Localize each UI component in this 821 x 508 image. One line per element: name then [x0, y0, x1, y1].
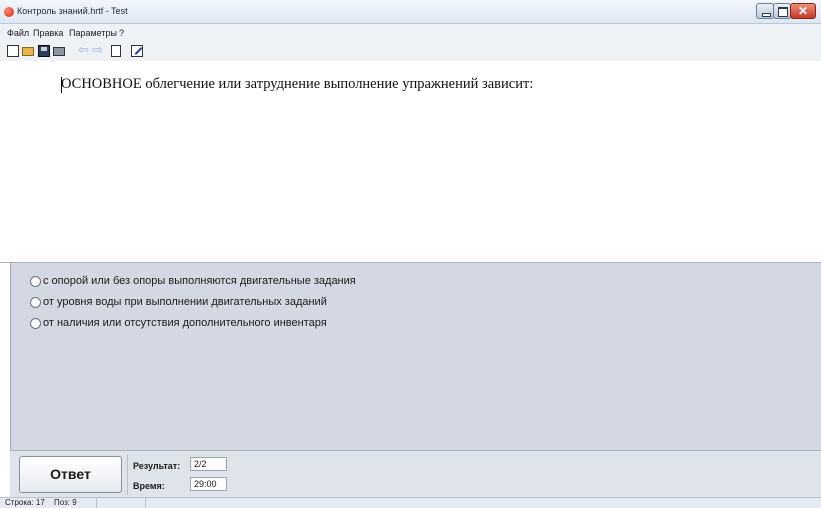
- menu-bar: Файл Правка Параметры ?: [0, 24, 821, 41]
- close-button[interactable]: ✕: [790, 3, 816, 19]
- separator: [127, 454, 128, 495]
- minimize-icon: [762, 13, 771, 17]
- open-folder-icon[interactable]: [22, 47, 34, 56]
- result-value: 2/2: [190, 457, 227, 471]
- bottom-panel: Ответ Результат: 2/2 Время: 29:00: [10, 450, 821, 497]
- window-title: Контроль знаний.hrtf - Test: [17, 6, 128, 16]
- status-divider: [145, 498, 146, 508]
- menu-help[interactable]: ?: [119, 28, 124, 38]
- print-icon[interactable]: [53, 47, 65, 56]
- new-document-icon[interactable]: [7, 45, 19, 57]
- answer-label[interactable]: с опорой или без опоры выполняются двига…: [43, 275, 356, 287]
- close-icon: ✕: [797, 4, 809, 18]
- question-area: ОСНОВНОЕ облегчение или затруднение выпо…: [0, 61, 821, 263]
- app-icon: [4, 7, 14, 17]
- answer-button[interactable]: Ответ: [19, 456, 122, 493]
- arrow-right-icon[interactable]: ⇨: [92, 43, 104, 56]
- maximize-icon: [778, 7, 788, 17]
- status-position: Поз: 9: [54, 498, 77, 507]
- menu-edit[interactable]: Правка: [33, 28, 63, 38]
- status-divider: [96, 498, 97, 508]
- result-label: Результат:: [133, 461, 181, 471]
- radio-button[interactable]: [30, 276, 41, 287]
- time-value: 29:00: [190, 477, 227, 491]
- toolbar: ⇦ ⇨: [0, 41, 821, 61]
- maximize-button[interactable]: [773, 3, 791, 19]
- arrow-left-icon[interactable]: ⇦: [78, 43, 90, 56]
- menu-parameters[interactable]: Параметры: [69, 28, 117, 38]
- time-label: Время:: [133, 481, 165, 491]
- save-disk-icon[interactable]: [38, 45, 50, 57]
- menu-file[interactable]: Файл: [7, 28, 29, 38]
- status-line: Строка: 17: [5, 498, 45, 507]
- page-icon[interactable]: [111, 45, 121, 57]
- radio-button[interactable]: [30, 318, 41, 329]
- answers-panel: с опорой или без опоры выполняются двига…: [10, 263, 821, 450]
- answer-label[interactable]: от уровня воды при выполнении двигательн…: [43, 296, 327, 308]
- radio-button[interactable]: [30, 297, 41, 308]
- edit-icon[interactable]: [131, 45, 143, 57]
- status-bar: Строка: 17 Поз: 9: [0, 497, 821, 508]
- title-bar: Контроль знаний.hrtf - Test ✕: [0, 0, 821, 24]
- question-text: ОСНОВНОЕ облегчение или затруднение выпо…: [61, 76, 534, 92]
- answer-label[interactable]: от наличия или отсутствия дополнительног…: [43, 317, 327, 329]
- minimize-button[interactable]: [756, 3, 774, 19]
